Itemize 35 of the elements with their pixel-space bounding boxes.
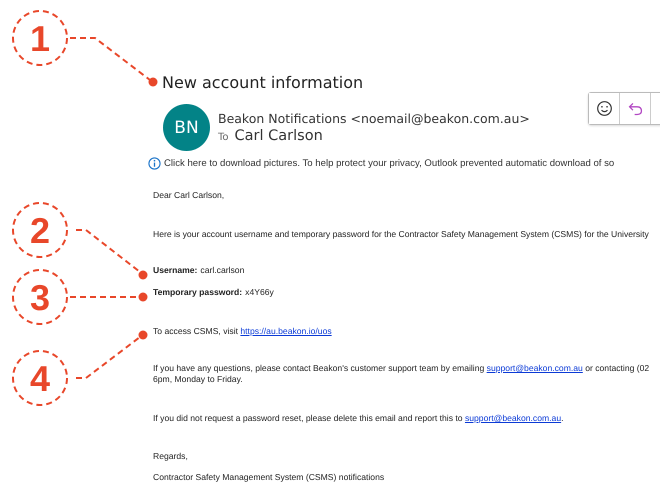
field-value: carl.carlson [200,265,244,276]
callout-circle [12,202,68,258]
field-label: Temporary password: [153,287,242,298]
callout-number: 4 [30,358,50,399]
field-label: Username: [153,265,198,276]
callout-circle [12,269,68,325]
body-paragraph: Here is your account username and temporary password for the Contractor Safety Management System (CSMS) for the University [153,229,650,240]
callout-circle [12,10,68,66]
body-paragraph: Regards, [153,451,189,462]
smiley-icon [596,100,612,117]
body-paragraph: If you have any questions, please contact Beakon's customer support team by emailing support@beakon.com.au or contacting (02 6pm, Monday to Friday. [153,363,650,385]
info-icon [148,157,161,170]
reply-icon [626,100,644,117]
emoji-button[interactable] [589,93,620,124]
callout-number: 1 [30,18,50,59]
callout-number: 2 [30,210,50,251]
email-link[interactable]: support@beakon.com.au [464,413,562,423]
email-subject: New account information [162,72,364,94]
download-pictures-notice[interactable]: Click here to download pictures. To help protect your privacy, Outlook prevented automatic download of so [164,158,614,169]
body-paragraph: Dear Carl Carlson, [153,190,226,201]
sender-name: Beakon Notifications <noemail@beakon.com.au> [218,111,530,126]
leader-line [76,229,148,280]
field-value: x4Y66y [245,287,274,298]
body-paragraph: If you did not request a password reset, please delete this email and report this to support@beakon.com.au. [153,413,564,424]
body-paragraph: To access CSMS, visit https://au.beakon.io/uos [153,326,333,337]
recipient-name: Carl Carlson [234,128,323,144]
callout-number: 3 [30,277,50,318]
email-link[interactable]: support@beakon.com.au [486,363,583,373]
leader-line [76,330,148,379]
reply-button[interactable] [620,93,651,124]
email-link[interactable]: https://au.beakon.io/uos [240,326,332,336]
to-label: To [218,132,229,143]
body-paragraph: Contractor Safety Management System (CSMS) notifications [153,472,386,483]
sender-avatar: BN [163,104,210,151]
callout-circle [12,350,68,406]
